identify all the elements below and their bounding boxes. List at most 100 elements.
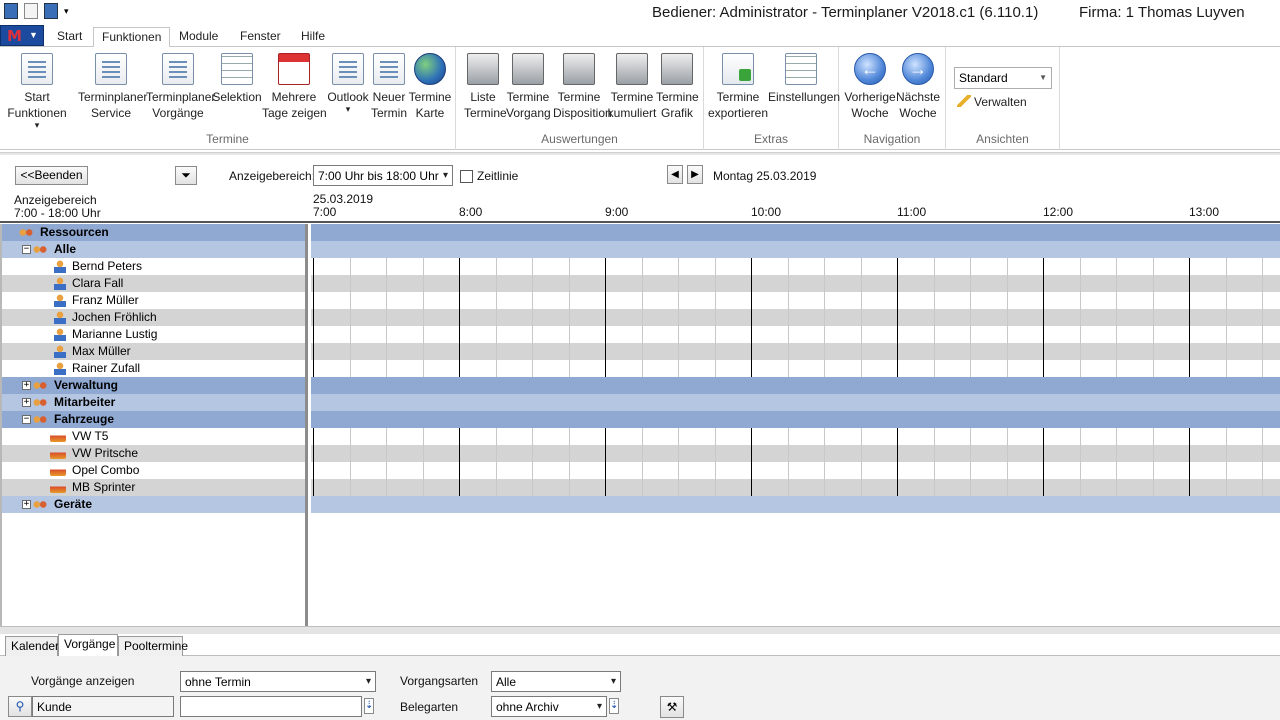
time-slot[interactable] (1079, 479, 1117, 496)
application-menu-button[interactable]: M ▼ (0, 25, 44, 46)
tree-group-row[interactable]: Ressourcen (2, 224, 305, 241)
time-slot[interactable] (970, 343, 1007, 360)
time-slot[interactable] (787, 258, 825, 275)
time-slot[interactable] (349, 292, 387, 309)
ribbon-button-termine-grafik[interactable]: Termine Grafik (656, 53, 699, 121)
time-slot[interactable] (1262, 343, 1280, 360)
tree-resource-row[interactable]: Marianne Lustig (2, 326, 305, 343)
views-select[interactable]: Standard ▼ (954, 67, 1052, 89)
time-slot[interactable] (568, 360, 606, 377)
time-slot[interactable] (568, 445, 606, 462)
time-slot[interactable] (568, 275, 606, 292)
bottom-tab-pooltermine[interactable]: Pooltermine (118, 636, 188, 656)
time-slot[interactable] (349, 326, 387, 343)
belegarten-lookup-button[interactable]: ⇣ (609, 698, 619, 714)
expand-icon[interactable]: + (22, 398, 31, 407)
time-slot[interactable] (495, 275, 533, 292)
time-slot[interactable] (349, 445, 387, 462)
time-slot[interactable] (605, 343, 642, 360)
time-slot[interactable] (860, 292, 898, 309)
time-slot[interactable] (1116, 462, 1153, 479)
time-slot[interactable] (532, 343, 569, 360)
time-slot[interactable] (641, 445, 679, 462)
time-slot[interactable] (1079, 292, 1117, 309)
time-slot[interactable] (1043, 360, 1080, 377)
ribbon-button-termine-disposition[interactable]: Termine Disposition (553, 53, 612, 121)
verwalten-button[interactable]: Verwalten (957, 95, 1027, 109)
tab-module[interactable]: Module (171, 27, 226, 47)
time-slot[interactable] (313, 258, 350, 275)
time-slot[interactable] (1225, 275, 1263, 292)
time-slot[interactable] (1006, 462, 1044, 479)
time-slot[interactable] (495, 360, 533, 377)
vorgaenge-select[interactable]: ohne Termin ▾ (180, 671, 376, 692)
time-slot[interactable] (678, 360, 715, 377)
time-slot[interactable] (860, 462, 898, 479)
time-slot[interactable] (714, 360, 752, 377)
time-slot[interactable] (568, 428, 606, 445)
time-slot[interactable] (751, 428, 788, 445)
tree-group-row[interactable]: + Verwaltung (2, 377, 305, 394)
ribbon-button-mehrere-tagezeigen[interactable]: Mehrere Tage zeigen (262, 53, 327, 121)
time-slot[interactable] (933, 326, 971, 343)
ribbon-button-liste-termine[interactable]: Liste Termine (464, 53, 507, 121)
time-slot[interactable] (386, 445, 423, 462)
time-slot[interactable] (1043, 445, 1080, 462)
time-slot[interactable] (1043, 479, 1080, 496)
time-slot[interactable] (386, 462, 423, 479)
time-slot[interactable] (605, 292, 642, 309)
time-slot[interactable] (970, 309, 1007, 326)
time-slot[interactable] (787, 462, 825, 479)
time-slot[interactable] (641, 309, 679, 326)
time-slot[interactable] (386, 326, 423, 343)
time-slot[interactable] (386, 360, 423, 377)
time-slot[interactable] (313, 462, 350, 479)
time-slot[interactable] (568, 479, 606, 496)
time-slot[interactable] (787, 326, 825, 343)
time-slot[interactable] (422, 445, 460, 462)
time-slot[interactable] (1152, 479, 1190, 496)
time-slot[interactable] (860, 326, 898, 343)
time-slot[interactable] (751, 445, 788, 462)
time-slot[interactable] (1152, 428, 1190, 445)
time-slot[interactable] (970, 428, 1007, 445)
ribbon-button-termine-vorgang[interactable]: Termine Vorgang (506, 53, 551, 121)
ribbon-button-einstellungen[interactable]: Einstellungen (768, 53, 840, 105)
refresh-icon[interactable] (44, 3, 58, 19)
time-slot[interactable] (495, 445, 533, 462)
time-slot[interactable] (1262, 326, 1280, 343)
time-slot[interactable] (751, 258, 788, 275)
time-slot[interactable] (933, 258, 971, 275)
time-slot[interactable] (1262, 428, 1280, 445)
time-slot[interactable] (1043, 309, 1080, 326)
time-slot[interactable] (970, 275, 1007, 292)
time-slot[interactable] (313, 479, 350, 496)
time-slot[interactable] (860, 360, 898, 377)
time-slot[interactable] (933, 428, 971, 445)
time-slot[interactable] (824, 309, 861, 326)
time-slot[interactable] (1152, 292, 1190, 309)
time-slot[interactable] (970, 292, 1007, 309)
time-slot[interactable] (422, 343, 460, 360)
time-slot[interactable] (495, 428, 533, 445)
ribbon-button-vorherige-woche[interactable]: ← Vorherige Woche (844, 53, 896, 121)
time-slot[interactable] (824, 445, 861, 462)
time-slot[interactable] (1006, 428, 1044, 445)
time-slot[interactable] (568, 309, 606, 326)
time-slot[interactable] (824, 292, 861, 309)
time-slot[interactable] (787, 428, 825, 445)
time-slot[interactable] (824, 479, 861, 496)
tab-fenster[interactable]: Fenster (232, 27, 289, 47)
time-slot[interactable] (1043, 343, 1080, 360)
time-slot[interactable] (714, 343, 752, 360)
search-icon[interactable]: ⚲ (8, 696, 32, 717)
time-slot[interactable] (678, 343, 715, 360)
ribbon-button-termine-exportieren[interactable]: Termine exportieren (707, 53, 769, 121)
time-slot[interactable] (495, 462, 533, 479)
time-slot[interactable] (532, 462, 569, 479)
time-slot[interactable] (933, 360, 971, 377)
time-slot[interactable] (1006, 275, 1044, 292)
time-slot[interactable] (313, 428, 350, 445)
time-slot[interactable] (751, 462, 788, 479)
tree-resource-row[interactable]: Franz Müller (2, 292, 305, 309)
